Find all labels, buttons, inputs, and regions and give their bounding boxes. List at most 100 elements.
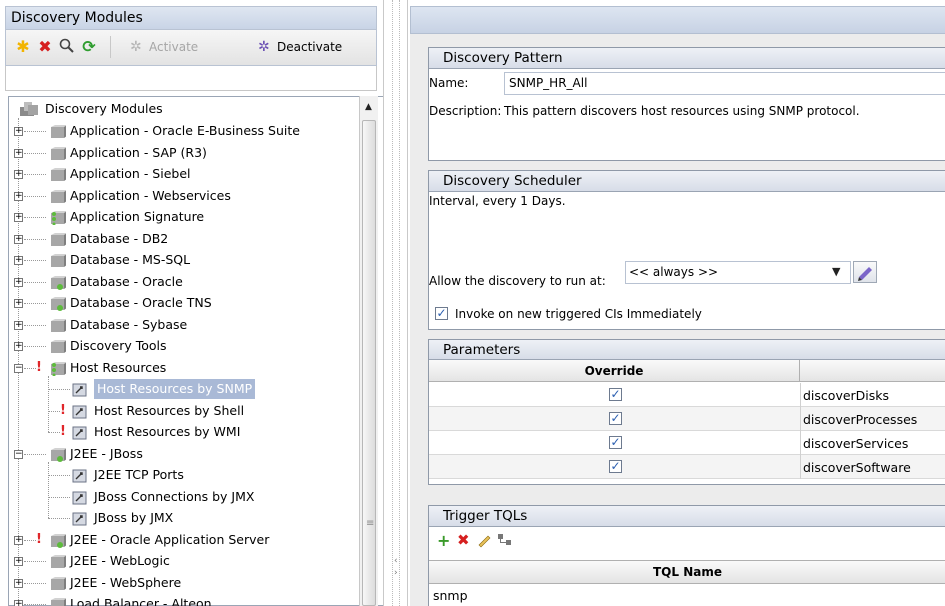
tree-item-label[interactable]: Application - SAP (R3) [70, 143, 207, 163]
expand-icon[interactable]: + [14, 557, 23, 566]
folder-stack-icon [20, 102, 40, 116]
override-checkbox[interactable]: ✓ [609, 460, 622, 473]
edit-icon[interactable] [477, 532, 493, 551]
collapse-icon[interactable]: − [14, 449, 23, 459]
column-divider [800, 431, 801, 455]
tree-connector [24, 346, 46, 347]
tql-name-header[interactable]: TQL Name [429, 560, 945, 584]
expand-icon[interactable]: + [14, 320, 23, 330]
expand-icon[interactable]: + [14, 213, 23, 222]
filter-area [5, 66, 377, 91]
expand-icon[interactable]: + [14, 299, 23, 308]
tree-item-label[interactable]: Database - Oracle [70, 272, 183, 292]
section-title: Parameters [429, 340, 945, 360]
modules-toolbar: ✱ ✖ ⟳ ✲ Activate ✲ Deactivate [5, 30, 377, 66]
run-at-select[interactable]: << always >> [625, 261, 851, 284]
override-checkbox[interactable]: ✓ [609, 388, 622, 401]
expand-icon[interactable]: + [14, 127, 23, 136]
name-value: SNMP_HR_All [509, 76, 588, 90]
tql-row[interactable]: snmp [433, 588, 468, 603]
expand-icon[interactable]: + [14, 170, 23, 179]
expand-icon[interactable]: + [14, 277, 23, 287]
scroll-up-icon[interactable]: ▲ [361, 100, 376, 115]
tree-item-label[interactable]: Discovery Tools [70, 336, 167, 356]
tree-connector [24, 260, 46, 261]
tree-item-label[interactable]: Application - Siebel [70, 164, 191, 184]
tree-item-label[interactable]: Application Signature [70, 207, 204, 227]
invoke-checkbox[interactable]: ✓ [435, 307, 448, 320]
tree-item-label[interactable]: Host Resources [70, 358, 166, 378]
expand-icon[interactable]: + [14, 148, 23, 158]
tree-item-label[interactable]: Host Resources by SNMP [94, 379, 256, 399]
description-value: This pattern discovers host resources us… [504, 104, 860, 118]
tree-item-label[interactable]: JBoss Connections by JMX [94, 487, 254, 507]
delete-icon[interactable]: ✖ [36, 38, 54, 56]
collapse-icon[interactable]: − [14, 363, 23, 373]
tree-item-label[interactable]: J2EE - WebSphere [70, 573, 181, 593]
deactivate-button[interactable]: Deactivate [277, 40, 342, 54]
tree-item-label[interactable]: JBoss by JMX [94, 508, 173, 528]
override-header[interactable]: Override [429, 360, 800, 382]
module-folder-icon [48, 275, 67, 290]
section-title: Discovery Pattern [429, 48, 945, 69]
expand-icon[interactable]: + [14, 256, 23, 265]
tree-connector [48, 389, 70, 390]
tree-connector [48, 475, 70, 476]
description-label: Description: [429, 104, 502, 118]
new-icon[interactable]: ✱ [14, 38, 32, 56]
module-folder-icon [48, 598, 67, 606]
tree-item-label[interactable]: Host Resources by Shell [94, 401, 244, 421]
tree-item-label[interactable]: J2EE - JBoss [70, 444, 143, 464]
discovery-pattern-section: Discovery Pattern Name: SNMP_HR_All Desc… [428, 47, 945, 161]
module-folder-icon [48, 576, 67, 591]
override-checkbox[interactable]: ✓ [609, 412, 622, 425]
scroll-grip-icon: ≡ [366, 518, 375, 529]
expand-icon[interactable]: + [14, 234, 23, 244]
tree-connector [24, 131, 46, 132]
delete-icon[interactable]: ✖ [457, 531, 470, 549]
tree-connector [24, 582, 46, 584]
script-icon [72, 469, 90, 483]
gear-icon: ✲ [130, 39, 142, 55]
tree-item-label[interactable]: J2EE TCP Ports [94, 465, 184, 485]
column-divider [800, 383, 801, 407]
tree-connector [24, 453, 46, 455]
module-folder-icon [48, 211, 67, 226]
tree-item-label[interactable]: Load Balancer - Alteon [70, 594, 212, 606]
tree-connector [24, 217, 46, 218]
scroll-thumb[interactable] [362, 120, 376, 606]
chevron-down-icon[interactable]: ▼ [832, 265, 840, 278]
module-folder-icon [48, 254, 67, 268]
activate-button[interactable]: Activate [149, 40, 198, 54]
collapse-arrows-icon[interactable]: ‹ › [394, 555, 398, 579]
parameter-name: discoverProcesses [803, 412, 918, 427]
hierarchy-icon[interactable] [497, 532, 513, 551]
expand-icon[interactable]: + [14, 535, 23, 545]
script-icon [72, 405, 90, 419]
tree-item-label[interactable]: Database - MS-SQL [70, 250, 190, 270]
parameter-name: discoverServices [803, 436, 909, 451]
expand-icon[interactable]: + [14, 600, 23, 606]
tree-item-label[interactable]: Database - DB2 [70, 229, 168, 249]
tree-item-label[interactable]: Application - Oracle E-Business Suite [70, 121, 300, 141]
override-checkbox[interactable]: ✓ [609, 436, 622, 449]
tree-item-label[interactable]: J2EE - WebLogic [70, 551, 170, 571]
name-field[interactable]: SNMP_HR_All [504, 72, 945, 95]
expand-icon[interactable]: + [14, 578, 23, 588]
tree-item-label[interactable]: Host Resources by WMI [94, 422, 240, 442]
tree-item-label[interactable]: Application - Webservices [70, 186, 231, 206]
column-divider [800, 455, 801, 479]
deactivate-icon: ✲ [258, 39, 270, 55]
expand-icon[interactable]: + [14, 342, 23, 351]
refresh-icon[interactable]: ⟳ [80, 38, 98, 56]
script-icon [72, 512, 90, 526]
expand-icon[interactable]: + [14, 191, 23, 201]
tree-item-label[interactable]: Database - Oracle TNS [70, 293, 212, 313]
tree-item-label[interactable]: J2EE - Oracle Application Server [70, 530, 269, 550]
tree-item-label[interactable]: Database - Sybase [70, 315, 187, 335]
module-folder-icon [48, 125, 67, 139]
edit-schedule-button[interactable] [853, 261, 877, 283]
search-icon[interactable] [58, 38, 76, 56]
tree-root-label[interactable]: Discovery Modules [45, 99, 163, 119]
add-icon[interactable]: + [437, 531, 450, 550]
